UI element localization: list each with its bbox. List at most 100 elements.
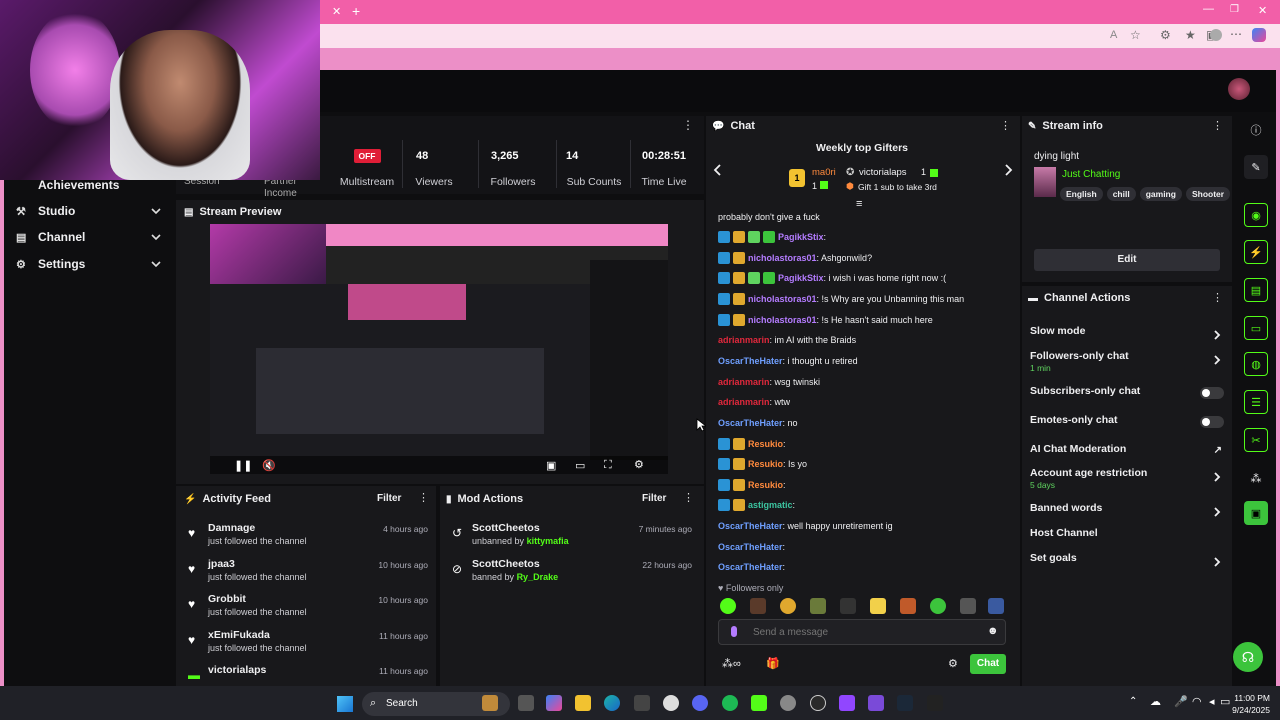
channel-action-item[interactable]: Emotes-only chat xyxy=(1030,414,1226,436)
clock-date[interactable]: 9/24/2025 xyxy=(1222,705,1270,715)
file-explorer-icon[interactable] xyxy=(575,695,591,711)
channel-action-item[interactable]: Set goals xyxy=(1030,552,1226,574)
channel-action-item[interactable]: Account age restriction 5 days xyxy=(1030,467,1226,490)
clock-time[interactable]: 11:00 PM xyxy=(1226,693,1270,703)
chat-username[interactable]: OscarTheHater xyxy=(718,521,783,531)
follower-name[interactable]: Damnage xyxy=(208,522,255,534)
discord-icon[interactable] xyxy=(692,695,708,711)
maximize-window-icon[interactable]: ❐ xyxy=(1230,4,1239,15)
pause-icon[interactable]: ❚❚ xyxy=(234,459,252,472)
emote-icon[interactable] xyxy=(810,598,826,614)
alien-icon[interactable] xyxy=(663,695,679,711)
wrench-icon[interactable]: ✂ xyxy=(1244,428,1268,452)
obs-icon[interactable] xyxy=(810,695,826,711)
new-tab-icon[interactable]: + xyxy=(352,3,360,19)
chat-send-button[interactable]: Chat xyxy=(970,654,1006,674)
chat-username[interactable]: Resukio xyxy=(748,480,783,490)
chat-username[interactable]: adrianmarin xyxy=(718,377,770,387)
extensions-icon[interactable]: ⚙ xyxy=(1160,28,1171,42)
mod-by-name[interactable]: kittymafia xyxy=(527,536,569,546)
gifter2-name[interactable]: victorialaps xyxy=(859,167,907,178)
chat-settings-icon[interactable]: ⚙ xyxy=(948,657,958,670)
mod-menu-icon[interactable]: ⋮ xyxy=(683,491,694,504)
emote-icon[interactable] xyxy=(780,598,796,614)
tag-shooter[interactable]: Shooter xyxy=(1185,187,1231,201)
chat-username[interactable]: nicholastoras01 xyxy=(748,253,817,263)
channel-action-item[interactable]: Host Channel xyxy=(1030,527,1226,549)
people-icon[interactable]: ⁂ xyxy=(1244,466,1268,490)
app-icon[interactable] xyxy=(868,695,884,711)
channel-action-item[interactable]: Followers-only chat 1 min xyxy=(1030,350,1226,373)
channel-action-item[interactable]: AI Chat Moderation ↗ xyxy=(1030,443,1226,465)
start-button[interactable] xyxy=(337,696,353,712)
chat-username[interactable]: astigmatic xyxy=(748,500,793,510)
emoji-icon[interactable]: ☻ xyxy=(987,625,999,637)
sidebar-item-studio[interactable]: ⚒ Studio xyxy=(4,198,172,224)
theater-icon[interactable]: ▭ xyxy=(575,459,585,472)
chevron-right-icon[interactable] xyxy=(1002,163,1014,177)
mic-icon[interactable] xyxy=(731,626,737,637)
chat-username[interactable]: PagikkStix xyxy=(778,273,824,283)
kick-points-icon[interactable]: ⁂∞ xyxy=(722,657,741,670)
tag-chill[interactable]: chill xyxy=(1106,187,1136,201)
activity-filter-button[interactable]: Filter xyxy=(377,493,401,504)
chat-username[interactable]: OscarTheHater xyxy=(718,562,783,572)
multistream-stat[interactable]: OFF Multistream xyxy=(336,140,398,188)
chat-username[interactable]: nicholastoras01 xyxy=(748,294,817,304)
video-settings-icon[interactable]: ⚙ xyxy=(634,458,644,471)
wifi-icon[interactable]: ◠ xyxy=(1192,695,1202,708)
toggle-switch[interactable] xyxy=(1200,387,1224,399)
store-icon[interactable] xyxy=(634,695,650,711)
user-avatar[interactable] xyxy=(1228,78,1250,100)
stream-preview-video[interactable]: ❚❚ 🔇 ▣ ▭ ⛶ ⚙ xyxy=(210,224,668,474)
activity-menu-icon[interactable]: ⋮ xyxy=(418,491,429,504)
chat-username[interactable]: adrianmarin xyxy=(718,397,770,407)
minimize-window-icon[interactable]: — xyxy=(1203,3,1214,15)
camera-icon[interactable]: ◉ xyxy=(1244,203,1268,227)
tag-gaming[interactable]: gaming xyxy=(1139,187,1182,201)
read-aloud-icon[interactable]: A xyxy=(1110,29,1117,41)
edit-icon[interactable]: ✎ xyxy=(1244,155,1268,179)
chat-bubble-icon[interactable]: ▭ xyxy=(1244,316,1268,340)
close-window-icon[interactable]: ✕ xyxy=(1258,4,1267,17)
twitch-icon[interactable] xyxy=(839,695,855,711)
pip-icon[interactable]: ▣ xyxy=(546,459,556,472)
emote-icon[interactable] xyxy=(720,598,736,614)
mic-icon[interactable]: 🎤 xyxy=(1174,695,1188,708)
settings-taskbar-icon[interactable] xyxy=(780,695,796,711)
mod-target-name[interactable]: ScottCheetos xyxy=(472,558,540,570)
lightning-icon[interactable]: ⚡ xyxy=(1244,240,1268,264)
chat-menu-icon[interactable]: ⋮ xyxy=(1000,119,1011,132)
edit-stream-button[interactable]: Edit xyxy=(1034,249,1220,271)
chat-username[interactable]: adrianmarin xyxy=(718,335,770,345)
sidebar-item-settings[interactable]: ⚙ Settings xyxy=(4,251,172,277)
emote-icon[interactable] xyxy=(930,598,946,614)
channel-actions-menu-icon[interactable]: ⋮ xyxy=(1212,291,1223,304)
spotify-icon[interactable] xyxy=(722,695,738,711)
chat-username[interactable]: Resukio xyxy=(748,439,783,449)
follower-name[interactable]: Grobbit xyxy=(208,593,246,605)
channel-action-item[interactable]: Subscribers-only chat xyxy=(1030,385,1226,407)
clapperboard-icon[interactable]: ▣ xyxy=(1244,501,1268,525)
edge-icon[interactable] xyxy=(604,695,620,711)
broadcast-icon[interactable]: ◍ xyxy=(1244,352,1268,376)
server-icon[interactable]: ☰ xyxy=(1244,390,1268,414)
chat-message-input[interactable] xyxy=(753,624,973,640)
emote-icon[interactable] xyxy=(900,598,916,614)
chat-username[interactable]: OscarTheHater xyxy=(718,542,783,552)
chat-username[interactable]: PagikkStix xyxy=(778,232,824,242)
chat-username[interactable]: Resukio xyxy=(748,459,783,469)
kick-icon[interactable] xyxy=(751,695,767,711)
fullscreen-icon[interactable]: ⛶ xyxy=(604,459,612,472)
chat-username[interactable]: nicholastoras01 xyxy=(748,315,817,325)
follower-name[interactable]: victorialaps xyxy=(208,664,266,676)
copilot-taskbar-icon[interactable] xyxy=(546,695,562,711)
pinned-message-icon[interactable]: ≡ xyxy=(856,198,862,210)
url-field[interactable]: A ☆ ⚙ ★ ▣ ⋯ xyxy=(330,26,1270,46)
favorites-icon[interactable]: ★ xyxy=(1185,28,1196,42)
steam-icon[interactable] xyxy=(897,695,913,711)
close-tab-icon[interactable]: ✕ xyxy=(332,5,341,18)
gift-store-icon[interactable]: 🎁 xyxy=(766,657,780,670)
emote-icon[interactable] xyxy=(870,598,886,614)
category-name[interactable]: Just Chatting xyxy=(1062,169,1120,180)
